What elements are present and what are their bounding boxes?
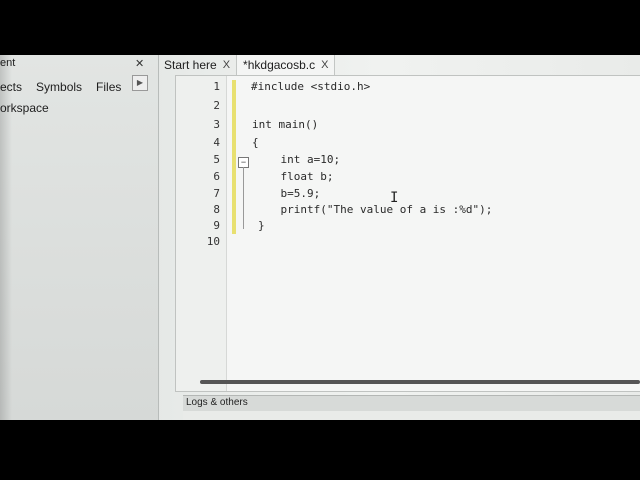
tab-files[interactable]: Files <box>96 80 121 94</box>
close-tab-source-file-icon[interactable]: X <box>321 59 328 71</box>
line-number: 5 <box>213 153 220 166</box>
tab-source-file-label: *hkdgacosb.c <box>243 58 316 72</box>
line-number: 10 <box>206 235 220 248</box>
modified-lines-marker <box>232 80 236 234</box>
tab-source-file[interactable]: *hkdgacosb.c X <box>236 55 336 75</box>
logs-panel-header[interactable] <box>183 395 640 412</box>
close-tab-start-here-icon[interactable]: X <box>223 59 230 71</box>
line-number: 2 <box>213 99 220 112</box>
line-number-gutter: 1 2 3 4 5 6 7 8 9 10 <box>176 76 227 391</box>
screen-edge-shadow <box>0 55 12 420</box>
management-tabs: ects Symbols Files <box>0 77 150 97</box>
management-pane: ent ✕ ects Symbols Files ▶ orkspace <box>0 55 159 420</box>
line-number: 1 <box>213 80 220 93</box>
line-number: 9 <box>213 219 220 232</box>
code-line: int main() <box>252 118 319 131</box>
tab-scroll-right-icon[interactable]: ▶ <box>132 75 148 91</box>
code-line: { <box>252 136 259 149</box>
line-number: 8 <box>213 203 220 216</box>
code-line: b=5.9; <box>254 187 321 200</box>
text-cursor-icon: I <box>390 190 399 206</box>
horizontal-scrollbar[interactable] <box>200 380 640 384</box>
code-line: printf("The value of a is :%d"); <box>254 203 493 216</box>
logs-panel <box>183 411 640 420</box>
code-editor[interactable]: 1 2 3 4 5 6 7 8 9 10 − #include <stdio.h… <box>175 75 640 392</box>
editor-tab-bar: Start here X *hkdgacosb.c X <box>158 55 640 75</box>
ide-window: ent ✕ ects Symbols Files ▶ orkspace Star… <box>0 55 640 420</box>
tab-start-here[interactable]: Start here X <box>158 55 236 75</box>
line-number: 4 <box>213 136 220 149</box>
code-line: #include <stdio.h> <box>251 80 371 93</box>
fold-guide <box>243 167 244 229</box>
line-number: 6 <box>213 170 220 183</box>
code-line: int a=10; <box>254 153 341 166</box>
code-line: } <box>258 219 265 232</box>
code-line: float b; <box>254 170 334 183</box>
logs-panel-title: Logs & others <box>186 397 248 408</box>
line-number: 3 <box>213 118 220 131</box>
management-close-icon[interactable]: ✕ <box>135 57 144 70</box>
tab-start-here-label: Start here <box>164 58 217 72</box>
line-number: 7 <box>213 187 220 200</box>
tab-symbols[interactable]: Symbols <box>36 80 82 94</box>
